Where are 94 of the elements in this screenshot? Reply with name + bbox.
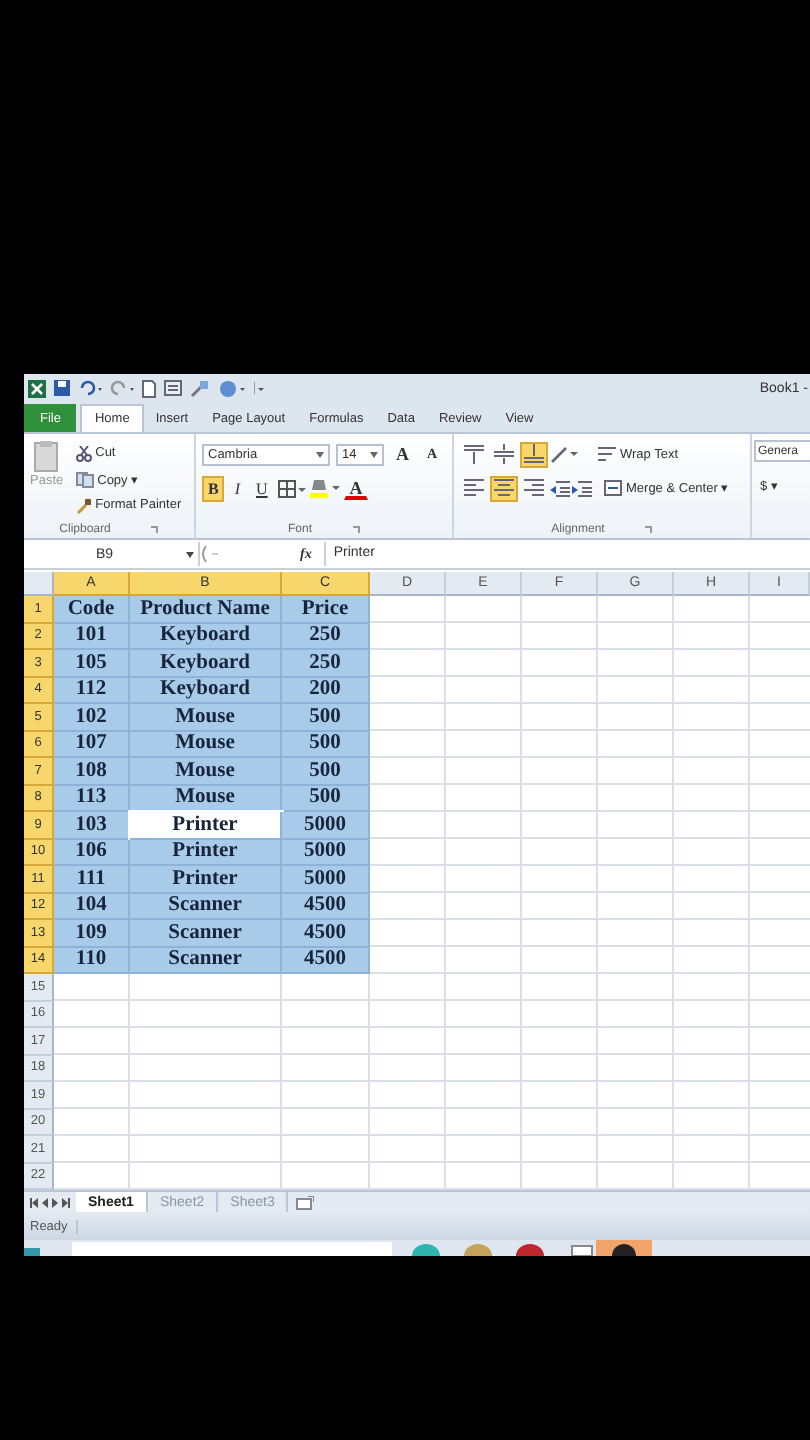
table-cell: 500 [282,731,370,758]
table-cell: 250 [282,650,370,677]
table-cell: 250 [282,623,370,650]
clipboard-icon [34,440,59,472]
table-cell: Price [282,596,370,623]
table-cell: 101 [54,623,130,650]
top-align-icon [464,444,484,464]
merge-cells-icon [604,480,622,496]
dialog-launcher-icon[interactable] [644,525,653,533]
copy-icon [75,471,94,487]
table-cell: 5000 [282,866,370,893]
table-cell: 4500 [282,947,370,974]
center-align-icon [494,478,514,498]
table-cell: 111 [54,866,130,893]
underline-button[interactable]: U [250,475,274,501]
table-cell: Scanner [130,920,282,947]
table-cell: Scanner [130,947,282,974]
dialog-launcher-icon[interactable] [352,525,360,533]
insert-sheet-icon[interactable] [296,1195,315,1209]
table-cell: 112 [54,677,130,704]
left-align-icon [464,478,484,498]
fill-color-icon[interactable] [309,478,340,498]
dropdown-arrow-icon [370,451,378,457]
borders-icon[interactable] [277,479,306,497]
grow-font-button[interactable]: A [390,441,415,467]
dropdown-arrow-icon [186,551,194,557]
table-cell: 113 [54,785,130,812]
table-cell: Printer [130,812,282,839]
customize-icon[interactable] [218,379,246,397]
dialog-launcher-icon[interactable] [150,525,159,533]
table-cell: 108 [54,758,130,785]
previous-sheet-icon[interactable] [42,1197,48,1207]
table-cell: 109 [54,920,130,947]
paintbrush-icon [75,497,92,513]
table-cell: 500 [282,758,370,785]
table-cell: Mouse [130,704,282,731]
table-cell: Printer [130,866,282,893]
table-cell: 4500 [282,920,370,947]
italic-button[interactable]: I [228,475,247,501]
undo-icon[interactable] [78,380,102,396]
brush-icon[interactable] [190,379,210,397]
table-cell: Keyboard [130,677,282,704]
orientation-icon[interactable] [550,444,578,464]
left-align-button[interactable] [460,475,488,501]
next-sheet-icon[interactable] [52,1197,58,1207]
app-icon[interactable] [596,1240,652,1256]
first-sheet-icon[interactable] [30,1197,38,1207]
table-cell: Scanner [130,893,282,920]
start-icon[interactable] [24,1244,40,1256]
right-align-button[interactable] [520,475,548,501]
right-align-icon [524,478,544,498]
last-sheet-icon[interactable] [62,1197,70,1207]
bottom-align-icon [524,444,544,464]
print-preview-icon[interactable] [164,380,182,396]
wrap-text-icon [598,446,616,462]
bottom-align-button[interactable] [520,441,548,467]
excel-app-icon[interactable] [568,1244,596,1256]
bold-button[interactable]: B [202,475,225,501]
table-cell: 500 [282,785,370,812]
table-cell: 107 [54,731,130,758]
table-cell: 500 [282,704,370,731]
middle-align-icon [494,444,514,464]
save-icon[interactable] [54,380,70,396]
table-cell: Printer [130,839,282,866]
center-align-button[interactable] [490,475,518,501]
table-cell: 200 [282,677,370,704]
formula-separator-icon [200,544,224,564]
table-cell: Code [54,596,130,623]
excel-logo-icon [28,379,46,397]
app-icon[interactable] [516,1244,544,1256]
new-file-icon[interactable] [142,379,156,397]
dropdown-icon[interactable] [254,380,266,396]
taskbar-search-field[interactable] [72,1242,392,1256]
table-cell: 102 [54,704,130,731]
table-cell: 106 [54,839,130,866]
dropdown-arrow-icon [316,451,324,457]
font-color-button[interactable]: A [343,476,369,500]
table-cell: 5000 [282,812,370,839]
table-cell: 5000 [282,839,370,866]
table-cell: Mouse [130,731,282,758]
table-cell: 110 [54,947,130,974]
table-cell: 4500 [282,893,370,920]
table-cell: Product Name [130,596,282,623]
decrease-indent-icon[interactable] [550,479,570,497]
table-cell: 104 [54,893,130,920]
top-align-button[interactable] [460,441,488,467]
table-cell: Mouse [130,758,282,785]
scissors-icon [75,445,92,461]
table-cell: Keyboard [130,650,282,677]
table-cell: Keyboard [130,623,282,650]
table-cell: 103 [54,812,130,839]
table-cell: 105 [54,650,130,677]
increase-indent-icon[interactable] [572,479,592,497]
middle-align-button[interactable] [490,441,518,467]
